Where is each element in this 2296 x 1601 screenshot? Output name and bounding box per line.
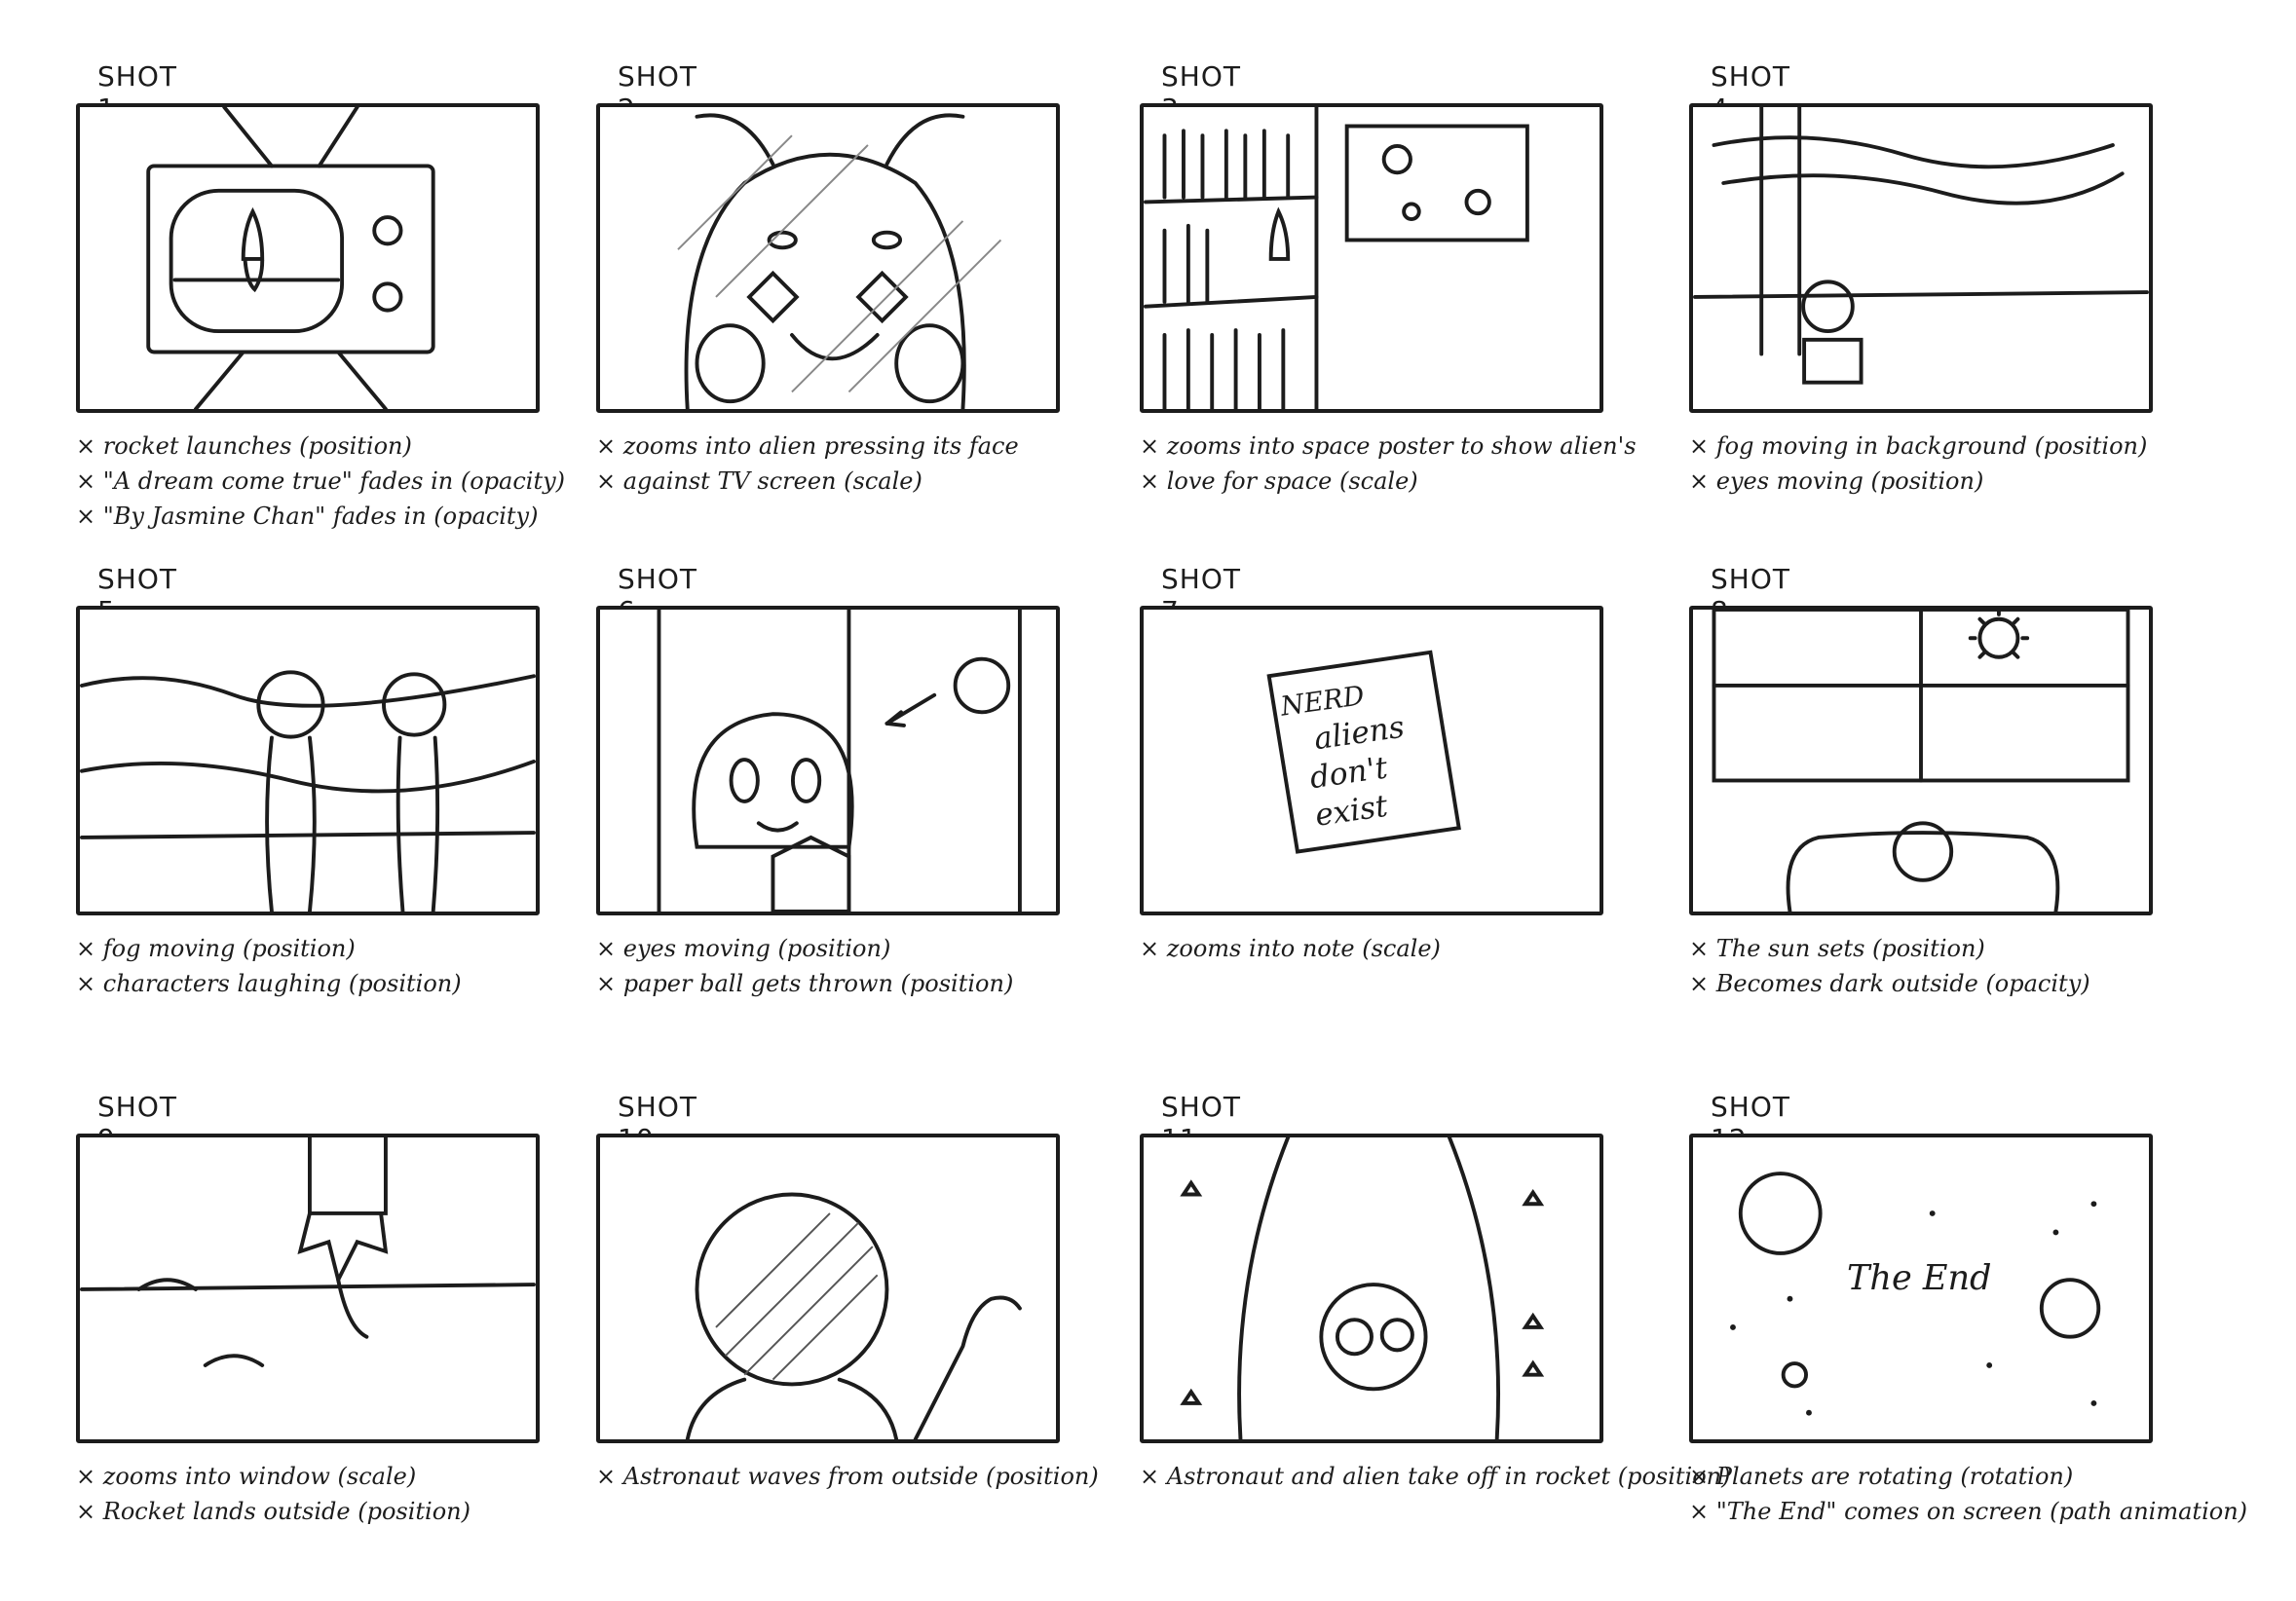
note: The sun sets (position) xyxy=(1689,931,2157,966)
alien-face-sketch xyxy=(677,113,1002,409)
note: fog moving in background (position) xyxy=(1689,428,2157,464)
the-end-text: The End xyxy=(1847,1258,1992,1298)
shot-8-frame xyxy=(1689,606,2153,915)
astronaut-waving-sketch xyxy=(685,1192,1022,1439)
shot-1-frame xyxy=(76,103,540,413)
rocket-landing-sketch xyxy=(80,1137,536,1367)
shot-4-frame xyxy=(1689,103,2153,413)
shot-notes: fog moving (position) characters laughin… xyxy=(76,931,544,1001)
note-text-line: aliens xyxy=(1312,710,1407,758)
sleeping-alien-window-sketch xyxy=(1712,610,2130,912)
note: paper ball gets thrown (position) xyxy=(596,966,1064,1001)
shot-3-frame xyxy=(1140,103,1603,413)
two-characters-laughing-sketch xyxy=(80,670,536,912)
shot-notes: eyes moving (position) paper ball gets t… xyxy=(596,931,1064,1001)
note: "The End" comes on screen (path animatio… xyxy=(1689,1494,2247,1529)
note: love for space (scale) xyxy=(1140,464,1607,499)
note: against TV screen (scale) xyxy=(596,464,1064,499)
note: zooms into space poster to show alien's xyxy=(1140,428,1637,464)
the-end-space-sketch: The End xyxy=(1730,1172,2101,1416)
shot-2-frame xyxy=(596,103,1060,413)
alien-paper-ball-sketch xyxy=(657,610,1022,912)
note: zooms into window (scale) xyxy=(76,1459,544,1494)
note: eyes moving (position) xyxy=(1689,464,2157,499)
shot-notes: The sun sets (position) Becomes dark out… xyxy=(1689,931,2157,1001)
note: Becomes dark outside (opacity) xyxy=(1689,966,2157,1001)
note: Rocket lands outside (position) xyxy=(76,1494,544,1529)
shot-6-frame xyxy=(596,606,1060,915)
shot-notes: rocket launches (position) "A dream come… xyxy=(76,428,565,534)
note: zooms into alien pressing its face xyxy=(596,428,1064,464)
shot-7-frame: NERD aliens don't exist xyxy=(1140,606,1603,915)
shot-12-frame: The End xyxy=(1689,1134,2153,1443)
shot-notes: Planets are rotating (rotation) "The End… xyxy=(1689,1459,2247,1529)
shot-notes: Astronaut and alien take off in rocket (… xyxy=(1140,1459,1731,1494)
shot-10-frame xyxy=(596,1134,1060,1443)
nerd-note-sketch: NERD aliens don't exist xyxy=(1266,650,1461,854)
shot-notes: zooms into alien pressing its face again… xyxy=(596,428,1064,499)
note: "By Jasmine Chan" fades in (opacity) xyxy=(76,499,544,534)
note: eyes moving (position) xyxy=(596,931,1064,966)
note: zooms into note (scale) xyxy=(1140,931,1607,966)
rocket-window-sketch xyxy=(1180,1137,1545,1439)
note: Astronaut and alien take off in rocket (… xyxy=(1140,1459,1731,1494)
tv-rocket-sketch xyxy=(146,107,435,409)
note: fog moving (position) xyxy=(76,931,544,966)
shot-notes: fog moving in background (position) eyes… xyxy=(1689,428,2157,499)
note: Planets are rotating (rotation) xyxy=(1689,1459,2157,1494)
note: characters laughing (position) xyxy=(76,966,544,1001)
bookshelf-poster-sketch xyxy=(1144,107,1529,409)
shot-11-frame xyxy=(1140,1134,1603,1443)
note: Astronaut waves from outside (position) xyxy=(596,1459,1099,1494)
alien-reading-under-tree-sketch xyxy=(1693,107,2149,385)
shot-notes: Astronaut waves from outside (position) xyxy=(596,1459,1099,1494)
shot-notes: zooms into note (scale) xyxy=(1140,931,1607,966)
shot-notes: zooms into window (scale) Rocket lands o… xyxy=(76,1459,544,1529)
note: rocket launches (position) xyxy=(76,428,544,464)
shot-5-frame xyxy=(76,606,540,915)
note-text-line: exist xyxy=(1313,789,1390,834)
shot-notes: zooms into space poster to show alien's … xyxy=(1140,428,1637,499)
note: "A dream come true" fades in (opacity) xyxy=(76,464,565,499)
shot-9-frame xyxy=(76,1134,540,1443)
